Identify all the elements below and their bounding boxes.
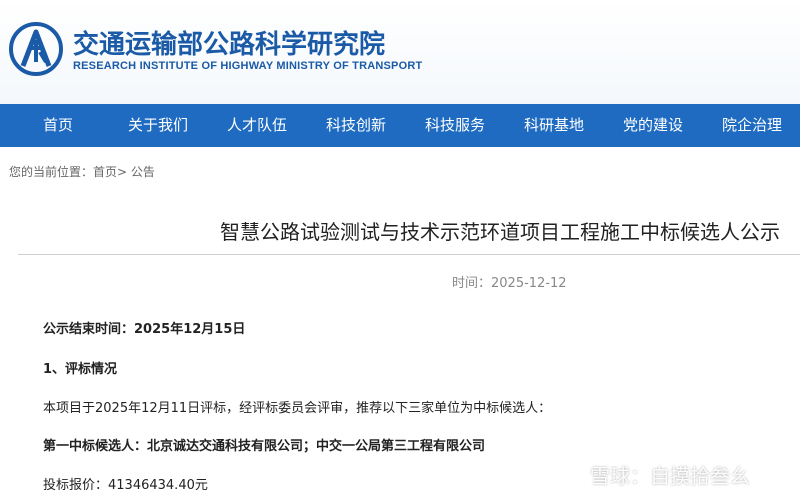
nav-item-governance[interactable]: 院企治理 xyxy=(722,104,782,147)
breadcrumb-current[interactable]: 公告 xyxy=(131,165,155,179)
nav-item-party[interactable]: 党的建设 xyxy=(623,104,683,147)
site-header: 交通运输部公路科学研究院 RESEARCH INSTITUTE OF HIGHW… xyxy=(0,0,800,104)
nav-item-services[interactable]: 科技服务 xyxy=(425,104,485,147)
main-nav: 首页 关于我们 人才队伍 科技创新 科技服务 科研基地 党的建设 院企治理 xyxy=(0,104,800,147)
date-label: 时间： xyxy=(452,276,492,291)
breadcrumb-prefix: 您的当前位置： xyxy=(9,165,94,179)
nav-item-innovation[interactable]: 科技创新 xyxy=(326,104,386,147)
breadcrumb-separator: > xyxy=(117,165,128,179)
candidate-1-value: 北京诚达交通科技有限公司；中交一公局第三工程有限公司 xyxy=(147,439,486,454)
candidate-1-label: 第一中标候选人： xyxy=(43,439,148,454)
watermark: 雪球：自摸拾叁幺 xyxy=(556,458,750,490)
end-time-label: 公示结束时间： xyxy=(43,322,135,337)
breadcrumb: 您的当前位置：首页> 公告 xyxy=(9,163,155,180)
institute-name-en: RESEARCH INSTITUTE OF HIGHWAY MINISTRY O… xyxy=(73,60,423,72)
end-time-value: 2025年12月15日 xyxy=(134,322,246,337)
date-value: 2025-12-12 xyxy=(491,276,567,291)
watermark-text: 雪球：自摸拾叁幺 xyxy=(590,463,750,488)
nav-item-talent[interactable]: 人才队伍 xyxy=(227,104,287,147)
article-title: 智慧公路试验测试与技术示范环道项目工程施工中标候选人公示 xyxy=(220,220,780,244)
bid-price-value: 41346434.40元 xyxy=(108,478,208,493)
nav-item-home[interactable]: 首页 xyxy=(43,104,73,147)
end-time-line: 公示结束时间：2025年12月15日 xyxy=(43,318,245,337)
section-heading: 1、评标情况 xyxy=(43,362,118,377)
breadcrumb-home-link[interactable]: 首页 xyxy=(93,165,117,179)
bid-price-line: 投标报价：41346434.40元 xyxy=(43,474,208,493)
snowball-logo-icon xyxy=(556,459,586,489)
candidate-1-line: 第一中标候选人：北京诚达交通科技有限公司；中交一公局第三工程有限公司 xyxy=(43,435,485,454)
institute-logo-icon[interactable] xyxy=(9,22,63,76)
institute-name-cn: 交通运输部公路科学研究院 xyxy=(73,30,386,60)
title-divider xyxy=(18,254,800,255)
nav-item-research-base[interactable]: 科研基地 xyxy=(524,104,584,147)
bid-price-label: 投标报价： xyxy=(43,478,109,493)
nav-item-about[interactable]: 关于我们 xyxy=(128,104,188,147)
publish-date: 时间：2025-12-12 xyxy=(452,272,567,291)
paragraph-evaluation: 本项目于2025年12月11日评标，经评标委员会评审，推荐以下三家单位为中标候选… xyxy=(43,401,552,416)
